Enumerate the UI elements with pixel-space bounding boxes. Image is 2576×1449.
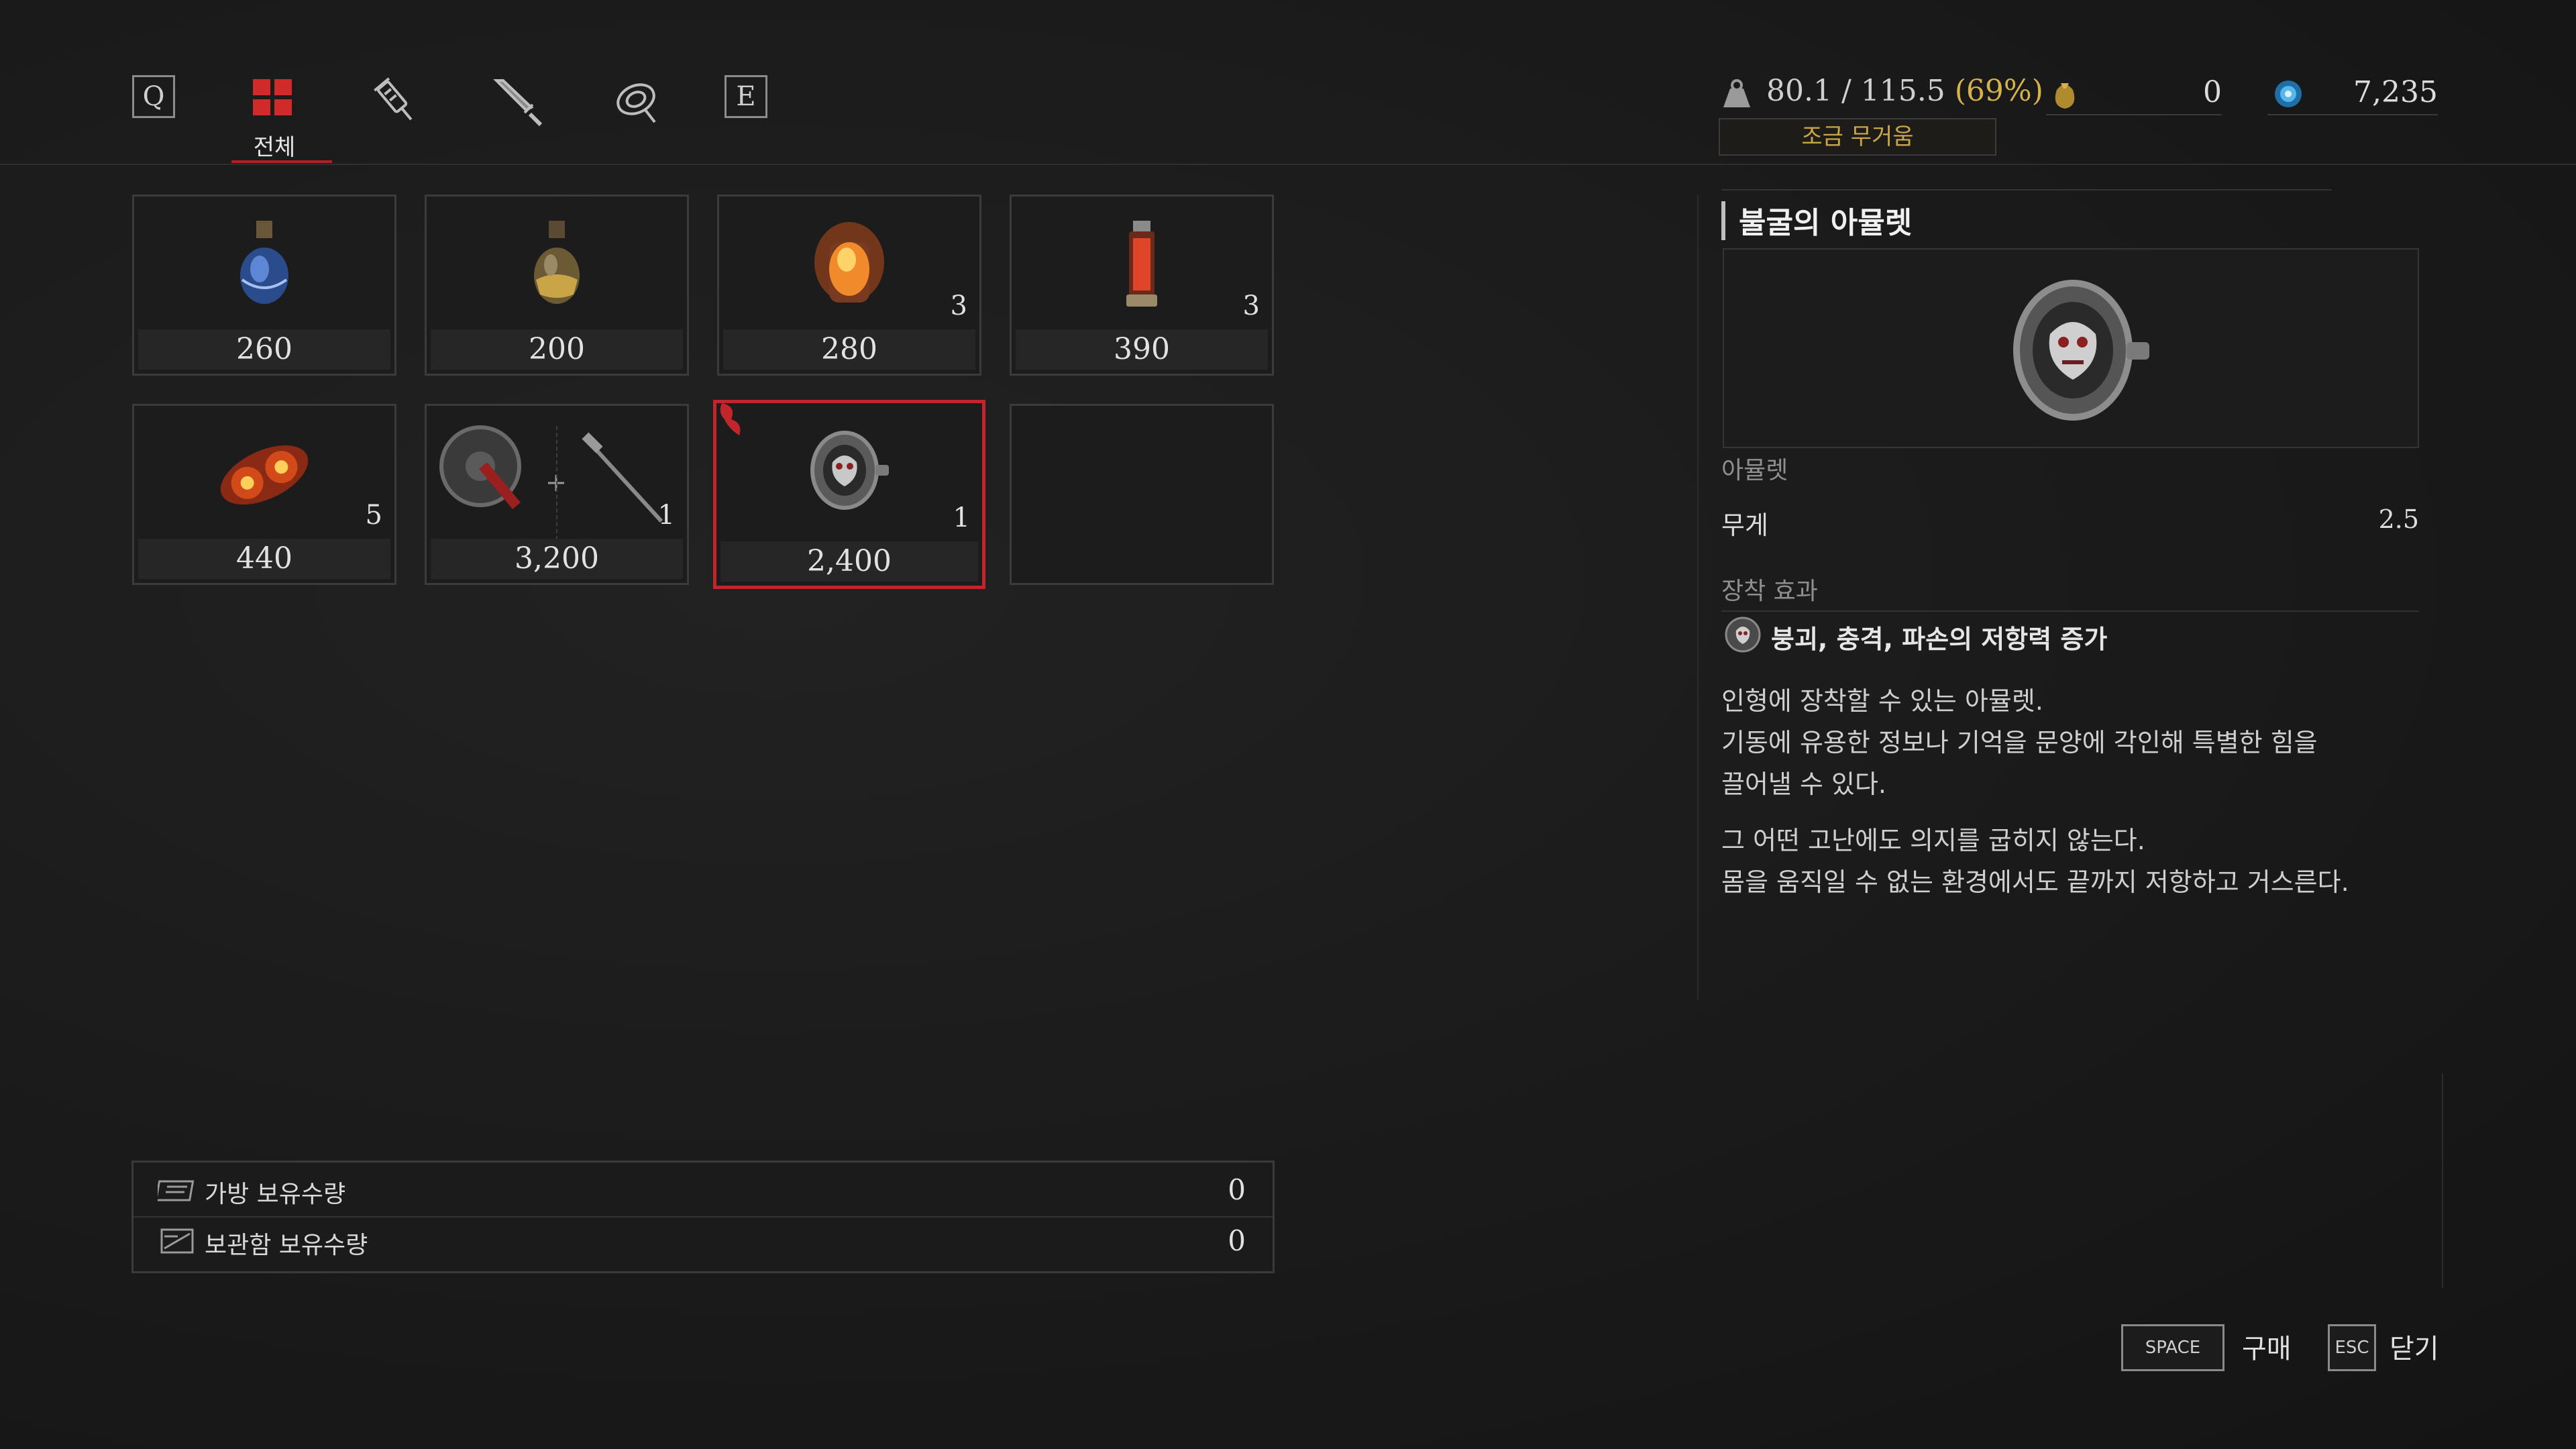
- shop-slot-4[interactable]: 3 390: [1010, 195, 1274, 376]
- selection-blood-mark-icon: [720, 403, 741, 435]
- blade-icon: [493, 79, 543, 127]
- tab-consumables[interactable]: [372, 75, 439, 176]
- equip-effect-header: 장착 효과: [1721, 578, 1818, 605]
- weight-current: 80.1: [1766, 74, 1832, 108]
- e-key[interactable]: E: [724, 75, 767, 118]
- currency-2: 7,235: [2267, 72, 2438, 115]
- detail-title: 불굴의 아뮬렛: [1739, 206, 1913, 240]
- close-key-button[interactable]: ESC: [2328, 1324, 2376, 1371]
- amulet-icon: [810, 431, 889, 510]
- slot-7-price: 2,400: [720, 541, 978, 582]
- slot-6-qty: 1: [657, 500, 675, 531]
- buy-key-button[interactable]: SPACE: [2121, 1324, 2224, 1371]
- weight-status-label: 조금 무거움: [1719, 118, 1996, 156]
- tab-prev-key[interactable]: Q: [132, 75, 199, 176]
- buy-label[interactable]: 구매: [2242, 1327, 2292, 1366]
- effect-amulet-icon: [1725, 616, 1761, 653]
- item-description-2: 그 어떤 고난에도 의지를 굽히지 않는다. 몸을 움직일 수 없는 환경에서도…: [1721, 820, 2426, 903]
- detail-weight-label: 무게: [1721, 511, 1768, 540]
- tab-all[interactable]: 전체: [231, 75, 332, 176]
- storage-holdings-row: 보관함 보유수량 0: [133, 1216, 1273, 1266]
- slot-1-price: 260: [138, 329, 390, 370]
- storage-icon: [160, 1228, 194, 1254]
- active-tab-underline: [231, 160, 332, 163]
- holdings-panel: 가방 보유수량 0 보관함 보유수량 0: [131, 1161, 1275, 1273]
- detail-item-type: 아뮬렛: [1721, 457, 1788, 484]
- tab-all-label: 전체: [253, 134, 296, 161]
- weight-percent: (69%): [1954, 74, 2043, 108]
- detail-top-rule: [1721, 189, 2332, 191]
- saw-weapon-icon: [439, 425, 521, 509]
- desc-line: 기동에 유용한 정보나 기억을 문양에 각인해 특별한 힘을: [1721, 728, 2318, 757]
- currency-1: 0: [2046, 72, 2222, 115]
- slot-7-qty: 1: [953, 502, 970, 533]
- desc-line: 몸을 움직일 수 없는 환경에서도 끝까지 저항하고 거스른다.: [1721, 867, 2349, 897]
- shop-slot-2[interactable]: 200: [425, 195, 689, 376]
- bag-holdings-label: 가방 보유수량: [205, 1181, 346, 1208]
- tab-amulets[interactable]: [610, 75, 678, 176]
- tab-weapons[interactable]: [491, 75, 558, 176]
- shop-slot-5[interactable]: 5 440: [132, 404, 396, 585]
- shop-slot-6[interactable]: 1 3,200: [425, 404, 689, 585]
- detail-item-image: [1723, 248, 2419, 448]
- shop-slot-3[interactable]: 3 280: [717, 195, 981, 376]
- weight-icon: [1723, 79, 1750, 107]
- currency-1-value: 0: [2203, 75, 2222, 109]
- bag-icon: [158, 1180, 195, 1201]
- item-description-1: 인형에 장착할 수 있는 아뮬렛. 기동에 유용한 정보나 기억을 문양에 각인…: [1721, 680, 2426, 805]
- shop-slot-7-selected[interactable]: 1 2,400: [713, 400, 985, 589]
- q-key[interactable]: Q: [132, 75, 175, 118]
- detail-panel-divider: [1697, 195, 1699, 1000]
- slot-4-price: 390: [1016, 329, 1268, 370]
- slot-4-qty: 3: [1242, 290, 1260, 321]
- bag-holdings-value: 0: [1228, 1173, 1246, 1206]
- detail-weight-value: 2.5: [2378, 504, 2419, 534]
- slot-6-price: 3,200: [431, 539, 683, 579]
- tab-next-key[interactable]: E: [724, 75, 792, 176]
- equip-effect-text: 붕괴, 충격, 파손의 저항력 증가: [1771, 625, 2108, 654]
- desc-line: 인형에 장착할 수 있는 아뮬렛.: [1721, 686, 2043, 716]
- currency-2-value: 7,235: [2353, 75, 2438, 109]
- slot-3-qty: 3: [950, 290, 967, 321]
- gold-pouch-icon: [2055, 83, 2075, 109]
- decorative-frame-line: [2442, 1073, 2443, 1288]
- grid-icon: [253, 79, 292, 115]
- amulet-tab-icon: [616, 83, 656, 123]
- slot-5-price: 440: [138, 539, 390, 579]
- storage-holdings-label: 보관함 보유수량: [205, 1232, 368, 1259]
- ergo-orb-icon: [2275, 80, 2302, 107]
- shop-slot-8-empty: [1010, 404, 1274, 585]
- fire-throwable-icon: [220, 445, 309, 505]
- close-label[interactable]: 닫기: [2390, 1327, 2439, 1366]
- fire-flask-icon: [814, 222, 884, 303]
- blue-potion-icon: [240, 221, 288, 304]
- slot-6-divider: [556, 426, 559, 540]
- detail-title-accent: [1721, 201, 1725, 240]
- weight-readout: 80.1 / 115.5 (69%): [1766, 74, 2043, 108]
- storage-holdings-value: 0: [1228, 1224, 1246, 1257]
- bag-holdings-row: 가방 보유수량 0: [133, 1165, 1273, 1215]
- equip-effect-rule: [1721, 610, 2419, 612]
- yellow-potion-icon: [534, 221, 580, 304]
- shop-slot-1[interactable]: 260: [132, 195, 396, 376]
- desc-line: 그 어떤 고난에도 의지를 굽히지 않는다.: [1721, 826, 2145, 855]
- red-canister-icon: [1126, 221, 1157, 307]
- syringe-icon: [374, 77, 413, 121]
- slot-5-qty: 5: [365, 500, 382, 531]
- slot-3-price: 280: [723, 329, 975, 370]
- weight-max: 115.5: [1860, 74, 1945, 108]
- desc-line: 끌어낼 수 있다.: [1721, 769, 1886, 799]
- amulet-large-icon: [2013, 280, 2149, 421]
- handle-weapon-icon: [582, 432, 663, 523]
- slot-2-price: 200: [431, 329, 683, 370]
